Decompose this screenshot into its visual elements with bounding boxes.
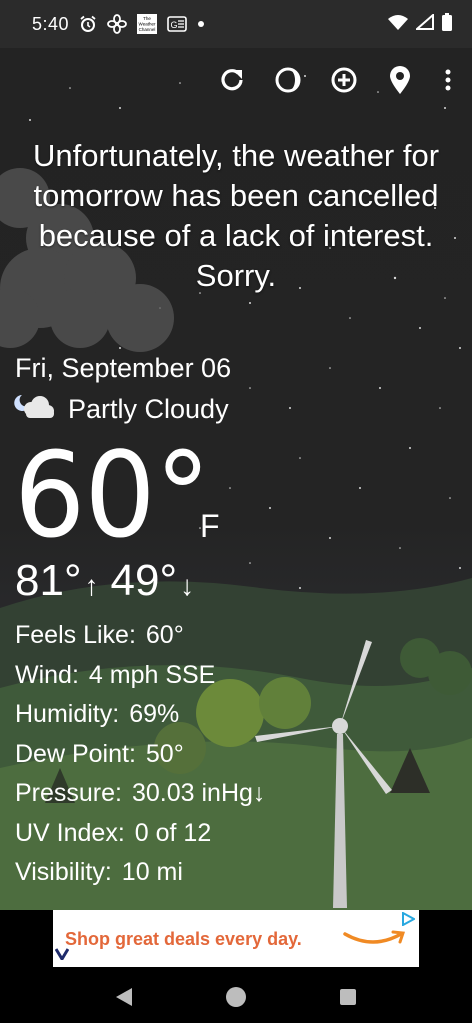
recents-icon[interactable] xyxy=(339,988,357,1006)
amazon-smile-icon xyxy=(343,928,407,953)
detail-wind: Wind: 4 mph SSE xyxy=(15,656,265,696)
back-icon[interactable] xyxy=(115,987,133,1007)
detail-humidity: Humidity: 69% xyxy=(15,695,265,735)
navigation-bar xyxy=(0,970,472,1023)
low-temp: 49° xyxy=(110,556,178,605)
ad-text[interactable]: Shop great deals every day. xyxy=(65,929,302,950)
add-location-icon[interactable] xyxy=(326,62,362,98)
detail-visibility: Visibility: 10 mi xyxy=(15,853,265,893)
detail-uv-index: UV Index: 0 of 12 xyxy=(15,814,265,854)
toolbar xyxy=(214,62,458,98)
detail-value: 10 mi xyxy=(121,858,183,886)
battery-icon xyxy=(442,12,452,36)
logo-text-1: The xyxy=(143,16,151,21)
detail-value: 69% xyxy=(129,700,180,728)
detail-value: 60° xyxy=(145,621,184,649)
detail-feels-like: Feels Like: 60° xyxy=(15,616,265,656)
status-bar: 5:40 The Weather Channel G xyxy=(0,0,472,48)
temperature-unit: F xyxy=(200,508,220,544)
more-menu-icon[interactable] xyxy=(438,62,458,98)
forecast-date: Fri, September 06 xyxy=(15,353,232,383)
weather-message: Unfortunately, the weather for tomorrow … xyxy=(32,138,440,293)
high-temp: 81° xyxy=(15,556,82,605)
dot-icon xyxy=(197,20,205,28)
detail-value: 30.03 inHg↓ xyxy=(131,779,266,807)
partly-cloudy-night-icon xyxy=(14,391,56,428)
weather-details: Feels Like: 60° Wind: 4 mph SSE Humidity: 6… xyxy=(15,616,265,893)
signal-icon xyxy=(414,12,434,35)
detail-label: Humidity: xyxy=(15,700,120,728)
fan-icon xyxy=(107,14,127,34)
detail-value: 4 mph SSE xyxy=(88,660,216,689)
news-icon: G xyxy=(167,16,187,32)
high-low: 81° ↑ 49° ↓ xyxy=(15,556,206,606)
detail-pressure: Pressure: 30.03 inHg↓ xyxy=(15,774,265,814)
ad-provider-icon xyxy=(54,947,70,965)
weather-channel-logo: The Weather Channel xyxy=(137,14,158,34)
detail-value: 50° xyxy=(145,739,184,768)
status-time: 5:40 xyxy=(32,13,70,34)
logo-text-2: Weather xyxy=(139,22,156,27)
detail-dew-point: Dew Point: 50° xyxy=(15,735,265,775)
detail-label: Pressure: xyxy=(15,779,122,807)
weather-scene: Unfortunately, the weather for tomorrow … xyxy=(0,48,472,910)
forecast-condition: Partly Cloudy xyxy=(14,391,229,428)
condition-text: Partly Cloudy xyxy=(68,394,229,424)
low-arrow-icon: ↓ xyxy=(180,570,195,601)
detail-label: Feels Like: xyxy=(15,621,136,649)
detail-value: 0 of 12 xyxy=(134,818,212,847)
alarm-icon xyxy=(79,15,97,33)
high-arrow-icon: ↑ xyxy=(84,570,99,601)
news-icon-letter: G xyxy=(171,20,178,30)
home-icon[interactable] xyxy=(225,986,247,1008)
ad-area: Shop great deals every day. xyxy=(0,910,472,970)
detail-label: UV Index: xyxy=(15,818,125,847)
ad-banner[interactable]: Shop great deals every day. xyxy=(53,910,419,967)
location-pin-icon[interactable] xyxy=(382,62,418,98)
moon-phase-icon[interactable] xyxy=(270,62,306,98)
refresh-icon[interactable] xyxy=(214,62,250,98)
detail-label: Visibility: xyxy=(15,858,112,886)
wifi-icon xyxy=(388,14,408,35)
detail-label: Dew Point: xyxy=(15,739,136,768)
detail-label: Wind: xyxy=(15,660,79,689)
adchoices-icon[interactable] xyxy=(401,911,417,931)
logo-text-3: Channel xyxy=(139,27,156,32)
current-temperature: 60° xyxy=(14,426,211,564)
